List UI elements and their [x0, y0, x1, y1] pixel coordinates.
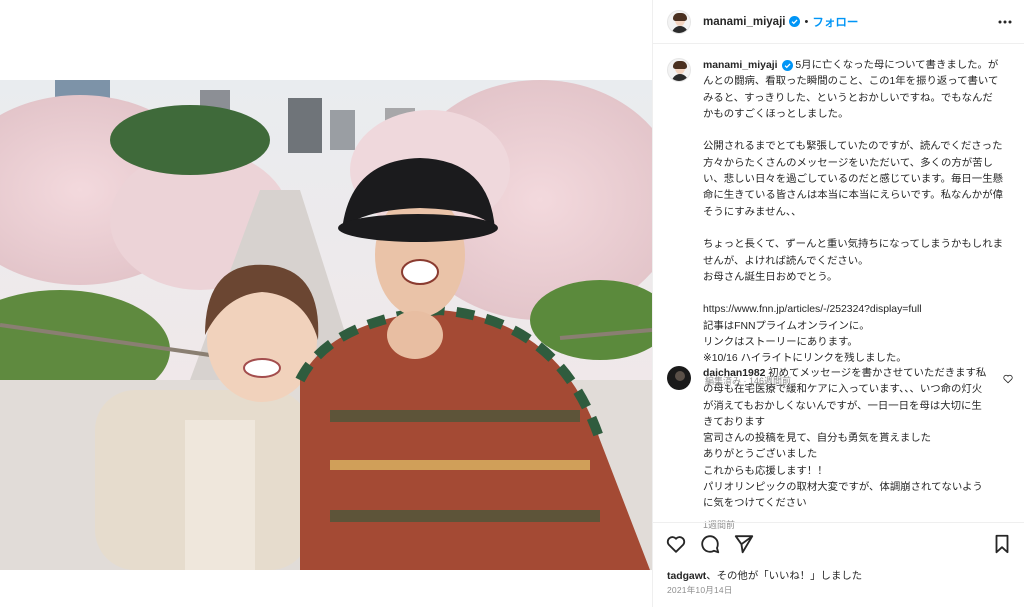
more-options-icon[interactable]	[997, 14, 1013, 30]
author-avatar[interactable]	[667, 9, 691, 34]
likes-summary: tadgawt、その他が「いいね！」しました	[667, 567, 862, 582]
post-actions: tadgawt、その他が「いいね！」しました 2021年10月14日	[653, 522, 1024, 607]
post-media-pane	[0, 0, 652, 607]
caption-text: manami_miyaji 5月に亡くなった母について書きました。がんとの闘病、…	[703, 58, 1003, 368]
caption-paragraph-4: https://www.fnn.jp/articles/-/252324?dis…	[703, 304, 922, 365]
post-photo[interactable]	[0, 80, 652, 570]
paper-plane-icon[interactable]	[733, 533, 755, 555]
comment-body: daichan1982 初めてメッセージを書かさせていただきます私の母も在宅医療…	[703, 366, 989, 533]
caption-author-avatar[interactable]	[667, 58, 691, 82]
small-heart-icon[interactable]	[1003, 374, 1013, 384]
comment-bubble-icon[interactable]	[699, 533, 721, 555]
caption-paragraph-2: 公開されるまでとても緊張していたのですが、読んでくださった方々からたくさんのメッ…	[703, 141, 1003, 218]
heart-icon[interactable]	[665, 533, 687, 555]
commenter-username-link[interactable]: daichan1982	[703, 368, 765, 379]
caption-paragraph: manami_miyaji 5月に亡くなった母について書きました。がんとの闘病、…	[703, 58, 1003, 123]
post-header: manami_miyaji • フォロー	[653, 0, 1024, 44]
comment-text: 初めてメッセージを書かさせていただきます私の母も在宅医療で緩和ケアに入っています…	[703, 368, 987, 510]
follow-button[interactable]: フォロー	[812, 14, 858, 30]
post-caption: manami_miyaji 5月に亡くなった母について書きました。がんとの闘病、…	[667, 58, 1015, 387]
caption-paragraph-3: ちょっと長くて、ずーんと重い気持ちになってしまうかもしれませんが、よければ読んで…	[703, 239, 1003, 283]
commenter-avatar[interactable]	[667, 366, 691, 390]
liker-username-link[interactable]: tadgawt	[667, 571, 706, 582]
caption-username-link[interactable]: manami_miyaji	[703, 60, 778, 71]
post-sidebar: manami_miyaji • フォロー manami_miyaji 5月に亡く…	[652, 0, 1024, 607]
photo-illustration	[0, 80, 652, 570]
likes-suffix: 、その他が「いいね！」しました	[706, 571, 863, 582]
bookmark-icon	[995, 534, 1009, 554]
header-separator: •	[804, 15, 809, 28]
save-button[interactable]	[991, 533, 1013, 555]
post-date: 2021年10月14日	[667, 585, 733, 595]
verified-badge-icon	[789, 16, 801, 27]
action-icons	[665, 533, 755, 555]
author-username-link[interactable]: manami_miyaji	[703, 16, 785, 28]
comment-item: daichan1982 初めてメッセージを書かさせていただきます私の母も在宅医療…	[667, 366, 1017, 533]
verified-badge-icon	[781, 59, 793, 71]
